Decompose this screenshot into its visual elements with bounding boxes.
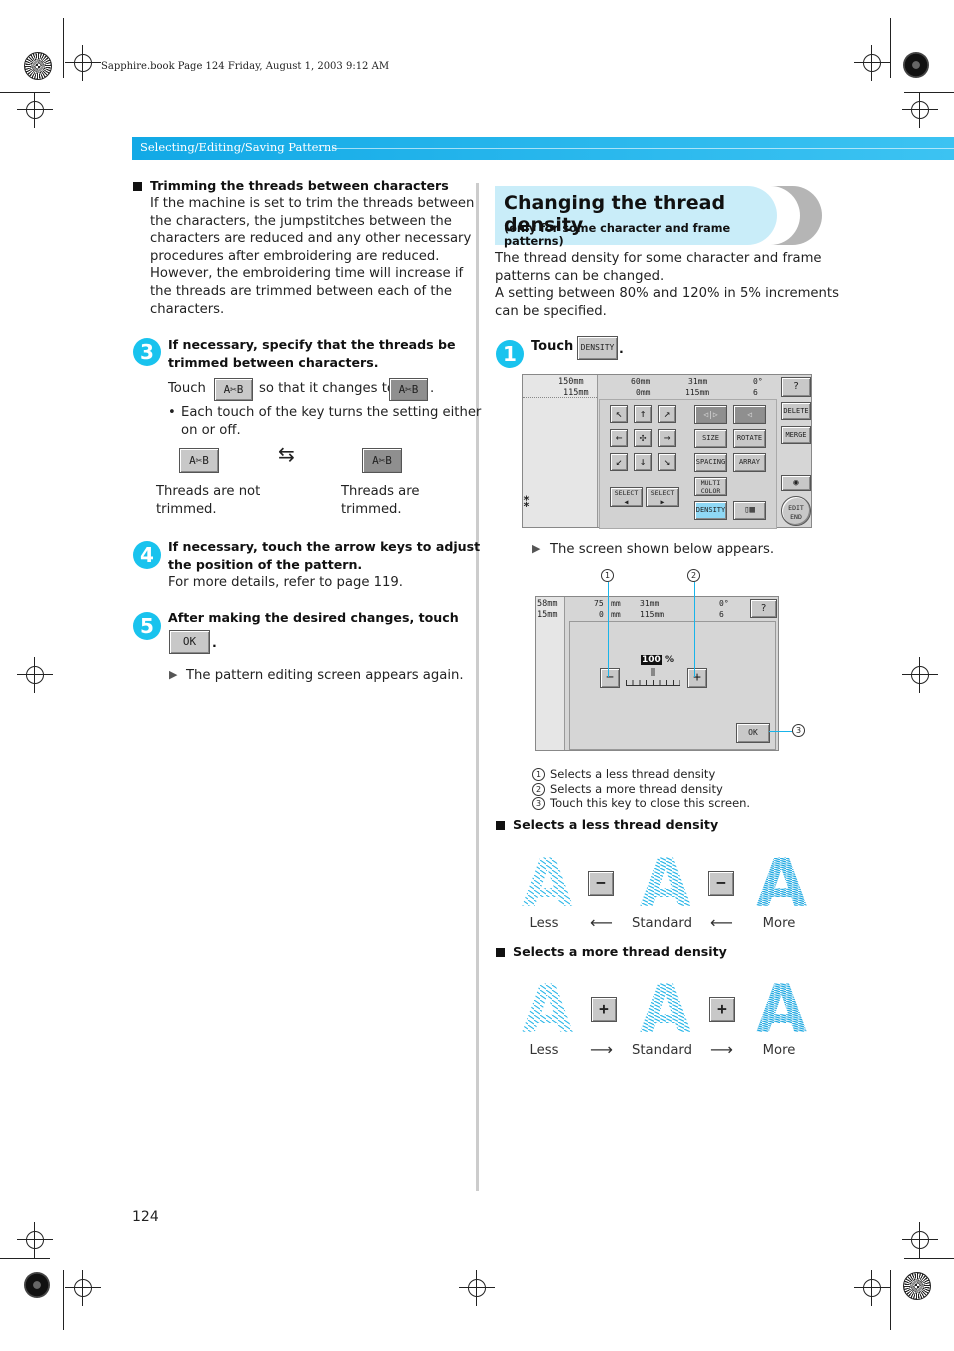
minus-key-illustration: −	[708, 871, 734, 896]
arrow-left-icon: ⟵	[590, 913, 613, 932]
letter-a-less-density: A	[522, 845, 573, 922]
letter-a-standard-density: A	[640, 971, 691, 1048]
letter-a-standard-density: A	[640, 845, 691, 922]
plus-key-illustration: +	[591, 997, 617, 1022]
label-standard: Standard	[632, 1043, 692, 1058]
density-illustrations: A A A A A A	[522, 845, 807, 1048]
plus-key-illustration: +	[709, 997, 735, 1022]
label-standard: Standard	[632, 916, 692, 931]
letter-a-more-density: A	[756, 971, 807, 1048]
page-number: 124	[132, 1209, 159, 1225]
arrow-left-icon: ⟵	[710, 913, 733, 932]
arrow-right-icon: ⟶	[710, 1040, 733, 1059]
letter-a-less-density: A	[522, 971, 573, 1048]
label-less: Less	[529, 916, 559, 931]
label-more: More	[762, 916, 796, 931]
minus-key-illustration: −	[588, 871, 614, 896]
label-less: Less	[529, 1043, 559, 1058]
label-more: More	[762, 1043, 796, 1058]
page: Sapphire.book Page 124 Friday, August 1,…	[0, 0, 954, 1351]
arrow-right-icon: ⟶	[590, 1040, 613, 1059]
letter-a-more-density: A	[756, 845, 807, 922]
